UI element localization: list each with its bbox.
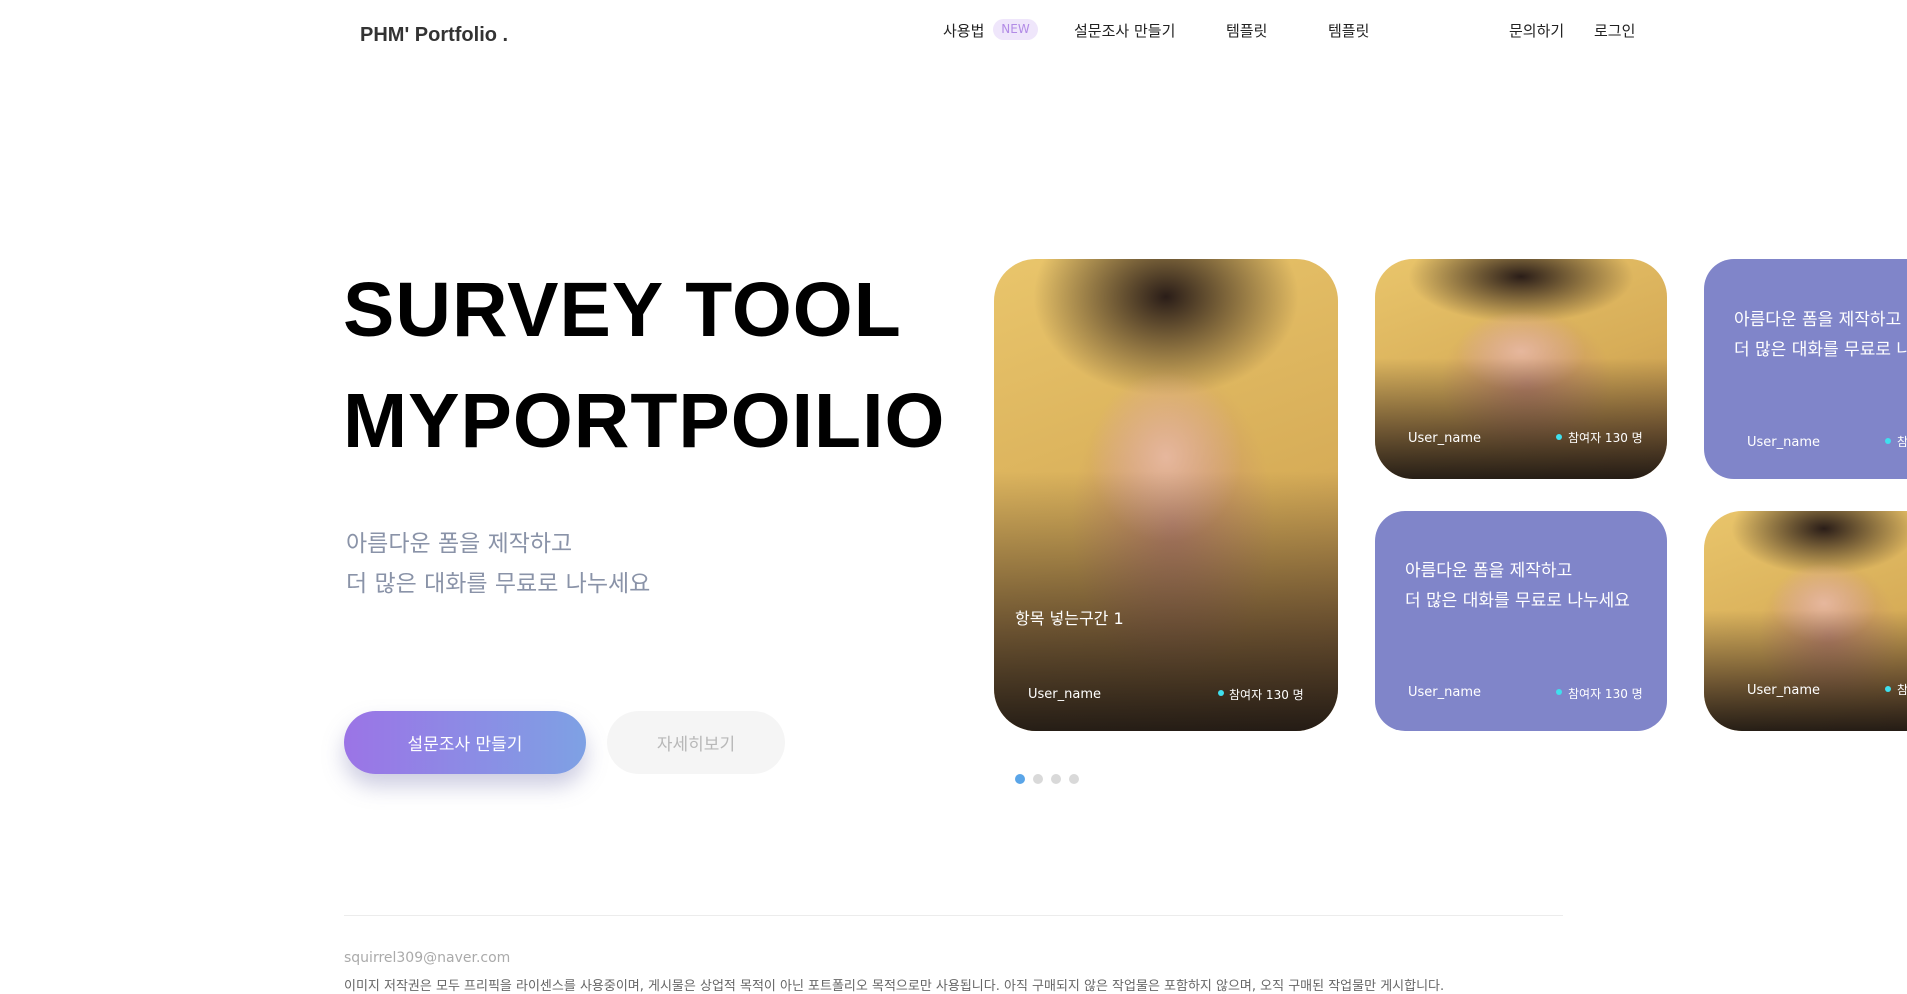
hero-title-line1: SURVEY TOOL bbox=[343, 267, 902, 353]
card-text-line1: 아름다운 폼을 제작하고 bbox=[1734, 310, 1902, 330]
nav-contact[interactable]: 문의하기 bbox=[1509, 20, 1564, 41]
participant-dot-icon bbox=[1556, 689, 1562, 695]
pagination-dot-1[interactable] bbox=[1015, 774, 1025, 784]
card-participants: 참 bbox=[1897, 683, 1907, 697]
participant-dot-icon bbox=[1885, 686, 1891, 692]
nav-usage[interactable]: 사용법 bbox=[943, 20, 984, 41]
card-text-line2: 더 많은 대화를 무료로 나 bbox=[1734, 340, 1907, 360]
create-survey-button[interactable]: 설문조사 만들기 bbox=[344, 711, 586, 774]
hero-subtitle-line2: 더 많은 대화를 무료로 나누세요 bbox=[346, 571, 651, 597]
footer-divider bbox=[344, 915, 1563, 916]
card-user-name: User_name bbox=[1408, 431, 1481, 446]
card-user-name: User_name bbox=[1747, 683, 1820, 698]
card-participants: 참 bbox=[1897, 435, 1907, 449]
card-text-line1: 아름다운 폼을 제작하고 bbox=[1405, 561, 1573, 581]
pagination-dot-4[interactable] bbox=[1069, 774, 1079, 784]
nav-template-1[interactable]: 템플릿 bbox=[1226, 20, 1267, 41]
survey-card-top-right[interactable]: 아름다운 폼을 제작하고 더 많은 대화를 무료로 나 User_name 참 bbox=[1704, 259, 1907, 479]
nav-login[interactable]: 로그인 bbox=[1594, 20, 1635, 41]
participant-dot-icon bbox=[1218, 690, 1224, 696]
participant-dot-icon bbox=[1556, 434, 1562, 440]
card-caption: 항목 넣는구간 1 bbox=[1015, 609, 1124, 628]
learn-more-button[interactable]: 자세히보기 bbox=[607, 711, 785, 774]
card-participants: 참여자 130 명 bbox=[1568, 431, 1643, 445]
pagination-dot-3[interactable] bbox=[1051, 774, 1061, 784]
card-user-name: User_name bbox=[1747, 435, 1820, 450]
nav-create-survey[interactable]: 설문조사 만들기 bbox=[1074, 20, 1175, 41]
hero-title-line2: MYPORTPOILIO bbox=[343, 378, 946, 464]
survey-card-bottom-right[interactable]: User_name 참 bbox=[1704, 511, 1907, 731]
card-participants: 참여자 130 명 bbox=[1229, 688, 1304, 702]
card-participants: 참여자 130 명 bbox=[1568, 687, 1643, 701]
nav-template-2[interactable]: 템플릿 bbox=[1328, 20, 1369, 41]
contact-email: squirrel309@naver.com bbox=[344, 950, 511, 966]
survey-card-main[interactable]: 항목 넣는구간 1 User_name 참여자 130 명 bbox=[994, 259, 1338, 731]
survey-card-bottom-middle[interactable]: 아름다운 폼을 제작하고 더 많은 대화를 무료로 나누세요 User_name… bbox=[1375, 511, 1667, 731]
pagination-dot-2[interactable] bbox=[1033, 774, 1043, 784]
participant-dot-icon bbox=[1885, 438, 1891, 444]
logo[interactable]: PHM' Portfolio . bbox=[360, 24, 508, 47]
card-user-name: User_name bbox=[1028, 687, 1101, 702]
copyright-notice: 이미지 저작권은 모두 프리픽을 라이센스를 사용중이며, 게시물은 상업적 목… bbox=[344, 979, 1445, 994]
hero-subtitle-line1: 아름다운 폼을 제작하고 bbox=[346, 531, 573, 557]
card-text-line2: 더 많은 대화를 무료로 나누세요 bbox=[1405, 591, 1630, 611]
card-user-name: User_name bbox=[1408, 685, 1481, 700]
new-badge: NEW bbox=[993, 19, 1038, 40]
survey-card-top-middle[interactable]: User_name 참여자 130 명 bbox=[1375, 259, 1667, 479]
